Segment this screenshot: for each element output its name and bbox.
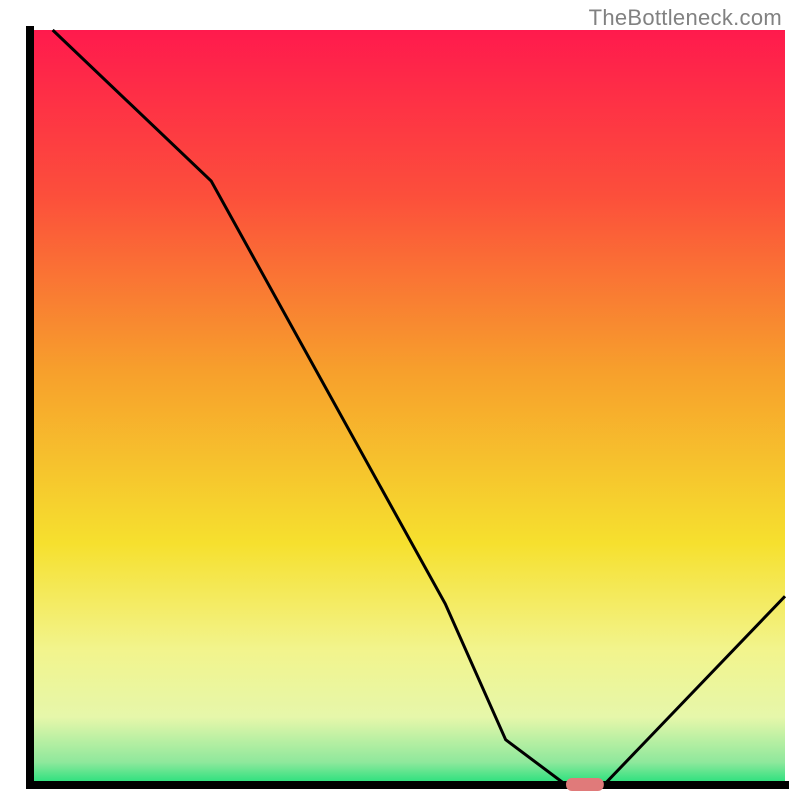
plot-background	[30, 30, 785, 785]
minimum-marker	[566, 778, 604, 791]
chart-svg	[0, 0, 800, 800]
bottleneck-chart	[0, 0, 800, 800]
watermark-text: TheBottleneck.com	[589, 5, 782, 31]
